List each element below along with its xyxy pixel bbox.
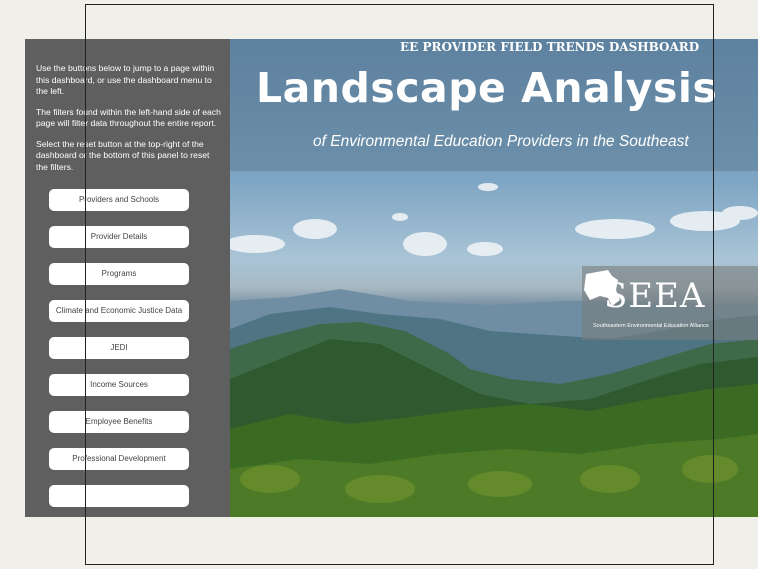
page-title: Landscape Analysis xyxy=(256,64,718,112)
seea-logo: SEEA Southeastern Environmental Educatio… xyxy=(582,266,758,340)
nav-button-provider-details[interactable]: Provider Details xyxy=(49,226,189,248)
intro-paragraph-2: The filters found within the left-hand s… xyxy=(36,106,221,129)
nav-button-providers-and-schools[interactable]: Providers and Schools xyxy=(49,189,189,211)
dashboard-kicker: EE PROVIDER FIELD TRENDS DASHBOARD xyxy=(400,40,700,54)
intro-paragraph-3: Select the reset button at the top-right… xyxy=(36,138,210,172)
nav-button-professional-development[interactable]: Professional Development xyxy=(49,448,189,470)
page-subtitle: of Environmental Education Providers in … xyxy=(313,133,689,150)
nav-button-employee-benefits[interactable]: Employee Benefits xyxy=(49,411,189,433)
nav-button-income-sources[interactable]: Income Sources xyxy=(49,374,189,396)
navigation-panel: Use the buttons below to jump to a page … xyxy=(25,39,230,517)
nav-button-programs[interactable]: Programs xyxy=(49,263,189,285)
intro-paragraph-1: Use the buttons below to jump to a page … xyxy=(36,63,215,96)
nav-button-jedi[interactable]: JEDI xyxy=(49,337,189,359)
intro-text: Use the buttons below to jump to a page … xyxy=(25,39,230,173)
hero-banner: EE PROVIDER FIELD TRENDS DASHBOARD Lands… xyxy=(230,39,758,517)
nav-button-climate-economic-justice[interactable]: Climate and Economic Justice Data xyxy=(49,300,189,322)
nav-button-more[interactable] xyxy=(49,485,189,507)
southeast-map-icon xyxy=(584,270,620,306)
page-nav-list: Providers and Schools Provider Details P… xyxy=(25,189,230,507)
logo-tagline: Southeastern Environmental Education All… xyxy=(593,323,709,329)
